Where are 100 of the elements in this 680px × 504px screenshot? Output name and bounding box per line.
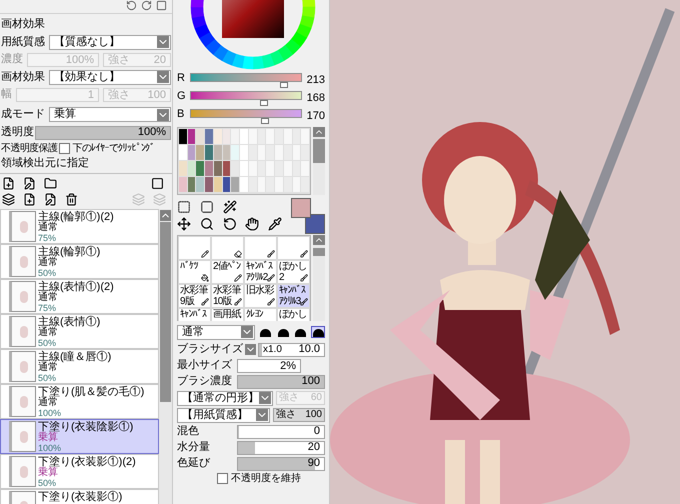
color-palette[interactable] bbox=[177, 127, 311, 195]
thumbnail-sketch-icon bbox=[20, 220, 28, 232]
mask-icon[interactable] bbox=[151, 177, 164, 190]
brush-tool[interactable]: ｷｬﾝﾊﾞｽｱｸﾘﾙ2 bbox=[244, 260, 277, 284]
scroll-up-icon[interactable] bbox=[313, 235, 325, 245]
trash-icon[interactable] bbox=[65, 193, 78, 206]
slider-thumb[interactable] bbox=[280, 82, 288, 88]
setting-slider[interactable]: 100 bbox=[237, 374, 325, 388]
brush-tool[interactable]: ぼかし bbox=[277, 308, 310, 321]
scroll-thumb[interactable] bbox=[313, 248, 325, 256]
brush-tool[interactable]: 旧水彩 bbox=[244, 284, 277, 308]
brush-tool[interactable]: ｷｬﾝﾊﾞｽｱｸﾘﾙ3 bbox=[277, 284, 310, 308]
brush-tool[interactable] bbox=[211, 236, 244, 260]
setting-label: 最小サイズ bbox=[177, 358, 233, 374]
undo-icon[interactable] bbox=[125, 0, 138, 11]
opacity-slider[interactable]: 100% bbox=[35, 126, 171, 140]
color-slider-track[interactable] bbox=[190, 109, 302, 118]
layer-name: 主線(瞳＆唇①) bbox=[38, 351, 112, 363]
scroll-up-icon[interactable] bbox=[160, 210, 171, 221]
background-color-swatch[interactable] bbox=[305, 214, 325, 234]
setting-slider[interactable]: 0 bbox=[237, 424, 325, 438]
redo-icon[interactable] bbox=[140, 0, 153, 11]
scrollbar[interactable] bbox=[313, 127, 325, 195]
setting-slider[interactable]: 90 bbox=[237, 456, 325, 470]
search-icon[interactable] bbox=[200, 217, 214, 231]
scrollbar[interactable] bbox=[313, 235, 325, 321]
brush-size-slider[interactable]: x1.0 10.0 bbox=[258, 342, 325, 356]
brush-icon bbox=[201, 298, 209, 306]
checkbox[interactable] bbox=[217, 473, 228, 484]
scroll-thumb[interactable] bbox=[160, 222, 171, 402]
brush-tool[interactable]: ｸﾚﾖﾝ bbox=[244, 308, 277, 321]
layer-row[interactable]: 下塗り(衣装影①)(2) 乗算 50% bbox=[0, 454, 159, 489]
scroll-thumb[interactable] bbox=[313, 139, 325, 163]
brush-tool[interactable] bbox=[244, 236, 277, 260]
brush-icon bbox=[234, 298, 242, 306]
brush-icon bbox=[300, 250, 308, 258]
brush-icon bbox=[201, 274, 209, 282]
foreground-color-swatch[interactable] bbox=[291, 198, 311, 218]
new-layer-icon[interactable] bbox=[2, 177, 15, 190]
eyedropper-icon[interactable] bbox=[268, 217, 282, 231]
layer-row[interactable]: 下塗り(衣装陰影①) 乗算 100% bbox=[0, 419, 159, 454]
hand-icon[interactable] bbox=[245, 217, 260, 231]
effect-dropdown[interactable]: 【効果なし】 bbox=[49, 70, 171, 84]
brush-tool[interactable]: ｷｬﾝﾊﾞｽ bbox=[178, 308, 211, 321]
layer-row[interactable]: 主線(表情①) 通常 50% bbox=[0, 314, 159, 349]
scrollbar[interactable] bbox=[159, 209, 172, 504]
brush-mode-dropdown[interactable]: 通常 bbox=[177, 324, 255, 340]
layer-row[interactable]: 主線(輪郭①)(2) 通常 75% bbox=[0, 209, 159, 244]
thumbnail-sketch-icon bbox=[20, 396, 28, 408]
layer-opacity: 50% bbox=[38, 478, 58, 488]
copy-layer-icon[interactable] bbox=[23, 193, 36, 206]
layer-name: 主線(輪郭①) bbox=[38, 246, 100, 258]
paper-texture-dropdown[interactable]: 【質感なし】 bbox=[49, 34, 171, 50]
folder-icon[interactable] bbox=[44, 177, 57, 190]
square-icon[interactable] bbox=[155, 0, 168, 11]
brush-icon bbox=[201, 250, 209, 258]
brush-tool[interactable] bbox=[277, 236, 310, 260]
layer-blend-mode: 通常 bbox=[38, 398, 59, 408]
channel-label: R bbox=[177, 72, 186, 84]
setting-slider[interactable]: 20 bbox=[237, 440, 325, 454]
checkbox-label: 領域検出元に指定 bbox=[1, 156, 90, 171]
layer-edit-icon[interactable] bbox=[23, 177, 36, 190]
strength-field[interactable]: 強さ 100 bbox=[273, 408, 325, 422]
layer-blend-mode: 乗算 bbox=[38, 468, 59, 478]
layers-icon[interactable] bbox=[2, 193, 15, 206]
channel-value: 213 bbox=[306, 73, 325, 88]
setting-label: ブラシ濃度 bbox=[177, 374, 233, 390]
slider-thumb[interactable] bbox=[260, 100, 268, 106]
scroll-up-icon[interactable] bbox=[313, 127, 325, 137]
blend-mode-dropdown[interactable]: 乗算 bbox=[49, 107, 171, 122]
edit-icon[interactable] bbox=[44, 193, 57, 206]
slider-thumb[interactable] bbox=[261, 118, 270, 124]
layer-name: 下塗り(衣装影①)(2) bbox=[38, 456, 136, 468]
layer-row[interactable]: 主線(瞳＆唇①) 通常 50% bbox=[0, 349, 159, 384]
brush-icon bbox=[300, 298, 308, 306]
rotate-icon[interactable] bbox=[222, 217, 237, 231]
layer-row[interactable]: 主線(表情①)(2) 通常 75% bbox=[0, 279, 159, 314]
layer-row[interactable]: 下塗り(衣装影①) bbox=[0, 489, 159, 504]
setting-label: 色延び bbox=[177, 456, 211, 472]
layer-opacity: 75% bbox=[38, 233, 58, 243]
brush-tool[interactable]: 画用紙 bbox=[211, 308, 244, 321]
setting-label: ブラシサイズ bbox=[177, 342, 243, 358]
brush-tool[interactable]: ぼかし2 bbox=[277, 260, 310, 284]
checkbox[interactable] bbox=[59, 143, 70, 154]
thumbnail-sketch-icon bbox=[20, 360, 28, 372]
magic-wand-icon[interactable] bbox=[222, 200, 237, 214]
layer-row[interactable]: 下塗り(肌＆髪の毛①) 通常 100% bbox=[0, 384, 159, 419]
move-icon[interactable] bbox=[177, 217, 191, 231]
brush-tool[interactable]: 水彩筆 10版 bbox=[211, 284, 244, 308]
brush-tool[interactable]: 2値ﾍﾟﾝ bbox=[211, 260, 244, 284]
brush-tool[interactable]: ﾊﾞｹﾂ bbox=[178, 260, 211, 284]
color-slider-track[interactable] bbox=[190, 73, 302, 82]
layer-name: 主線(表情①)(2) bbox=[38, 281, 114, 293]
brush-shape-button[interactable] bbox=[311, 326, 326, 338]
rect-select-icon[interactable] bbox=[177, 200, 191, 214]
layer-row[interactable]: 主線(輪郭①) 通常 50% bbox=[0, 244, 159, 279]
brush-tool[interactable]: 水彩筆 9版 bbox=[178, 284, 211, 308]
texture-dropdown[interactable]: 【用紙質感】 bbox=[177, 408, 270, 422]
min-size-field[interactable]: 2% bbox=[237, 358, 301, 372]
color-slider-track[interactable] bbox=[190, 91, 302, 100]
